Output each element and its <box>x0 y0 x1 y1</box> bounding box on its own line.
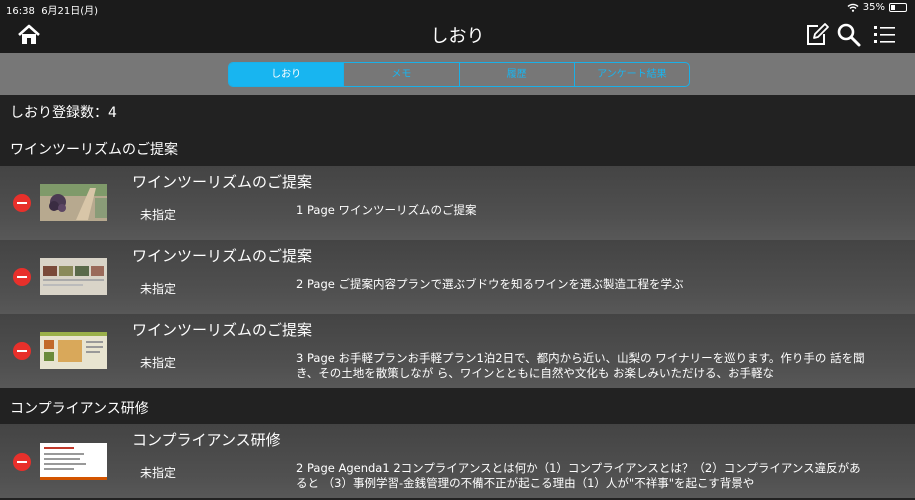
item-title: コンプライアンス研修 <box>132 431 281 449</box>
item-description: 3 Page お手軽プランお手軽プラン1泊2日で、都内から近い、山梨の ワイナリ… <box>296 351 865 380</box>
list-item[interactable]: ワインツーリズムのご提案 未指定 3 Page お手軽プランお手軽プラン1泊2日… <box>0 314 915 388</box>
section-header-label: コンプライアンス研修 <box>10 401 149 417</box>
status-time: 16:38 6月21日(月) <box>6 6 99 17</box>
battery-icon <box>889 3 907 12</box>
list-icon[interactable] <box>872 22 898 48</box>
item-title: ワインツーリズムのご提案 <box>132 247 313 265</box>
nav-bar: しおり <box>0 16 915 53</box>
segment-bar: しおり メモ 履歴 アンケート結果 <box>0 53 915 95</box>
page-title: しおり <box>430 26 485 47</box>
section-header: コンプライアンス研修 <box>0 396 915 418</box>
search-icon[interactable] <box>836 22 862 48</box>
item-description: 1 Page ワインツーリズムのご提案 <box>296 203 477 217</box>
delete-icon[interactable] <box>13 194 31 212</box>
delete-icon[interactable] <box>13 268 31 286</box>
item-category: 未指定 <box>140 208 177 222</box>
slide-thumbnail <box>40 184 107 221</box>
tab-history[interactable]: 履歴 <box>458 63 574 86</box>
tab-survey-results[interactable]: アンケート結果 <box>573 63 689 86</box>
item-title: ワインツーリズムのご提案 <box>132 173 313 191</box>
section-header: ワインツーリズムのご提案 <box>0 137 915 159</box>
item-description: 2 Page ご提案内容プランで選ぶブドウを知るワインを選ぶ製造工程を学ぶ <box>296 277 684 291</box>
section-header-label: ワインツーリズムのご提案 <box>10 142 178 158</box>
slide-thumbnail <box>40 258 107 295</box>
tab-segment-control: しおり メモ 履歴 アンケート結果 <box>228 62 690 87</box>
battery-percent: 35% <box>862 2 885 13</box>
list-item[interactable]: ワインツーリズムのご提案 未指定 2 Page ご提案内容プランで選ぶブドウを知… <box>0 240 915 314</box>
item-category: 未指定 <box>140 466 177 480</box>
delete-icon[interactable] <box>13 342 31 360</box>
item-description: 2 Page Agenda1 2コンプライアンスとは何か（1）コンプライアンスと… <box>296 461 861 490</box>
list-item[interactable]: コンプライアンス研修 未指定 2 Page Agenda1 2コンプライアンスと… <box>0 424 915 498</box>
status-right: 35% <box>847 2 907 13</box>
compose-icon[interactable] <box>804 22 830 48</box>
slide-thumbnail <box>40 443 107 480</box>
delete-icon[interactable] <box>13 453 31 471</box>
item-category: 未指定 <box>140 356 177 370</box>
item-title: ワインツーリズムのご提案 <box>132 321 313 339</box>
bookmark-count: しおり登録数：4 <box>10 105 117 121</box>
wifi-icon <box>847 3 859 12</box>
list-item[interactable]: ワインツーリズムのご提案 未指定 1 Page ワインツーリズムのご提案 <box>0 166 915 240</box>
item-category: 未指定 <box>140 282 177 296</box>
tab-bookmarks[interactable]: しおり <box>229 63 344 86</box>
tab-memo[interactable]: メモ <box>343 63 458 86</box>
slide-thumbnail <box>40 332 107 369</box>
status-bar: 16:38 6月21日(月) 35% <box>0 0 915 17</box>
